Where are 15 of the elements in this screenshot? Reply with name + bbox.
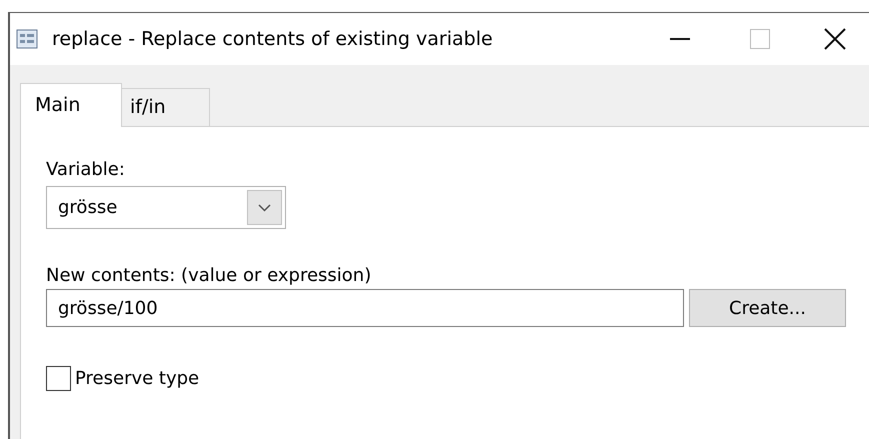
window-icon	[16, 29, 38, 49]
expression-field[interactable]: grösse/100	[46, 289, 684, 327]
tab[interactable]: Main	[20, 83, 122, 127]
checkbox[interactable]	[46, 366, 71, 391]
chevron-down-icon	[247, 190, 282, 225]
field-label: Variable:	[46, 159, 125, 181]
close-icon	[824, 28, 846, 50]
field-label: New contents: (value or expression)	[46, 265, 372, 287]
create-button[interactable]: Create...	[689, 289, 846, 327]
variable-dropdown[interactable]: grösse	[46, 186, 286, 229]
minimize-icon	[670, 38, 690, 40]
maximize-icon	[750, 29, 770, 49]
checkbox-label: Preserve type	[75, 367, 200, 391]
tab[interactable]: if/in	[122, 88, 210, 126]
window-title: replace - Replace contents of existing variable	[52, 26, 493, 52]
